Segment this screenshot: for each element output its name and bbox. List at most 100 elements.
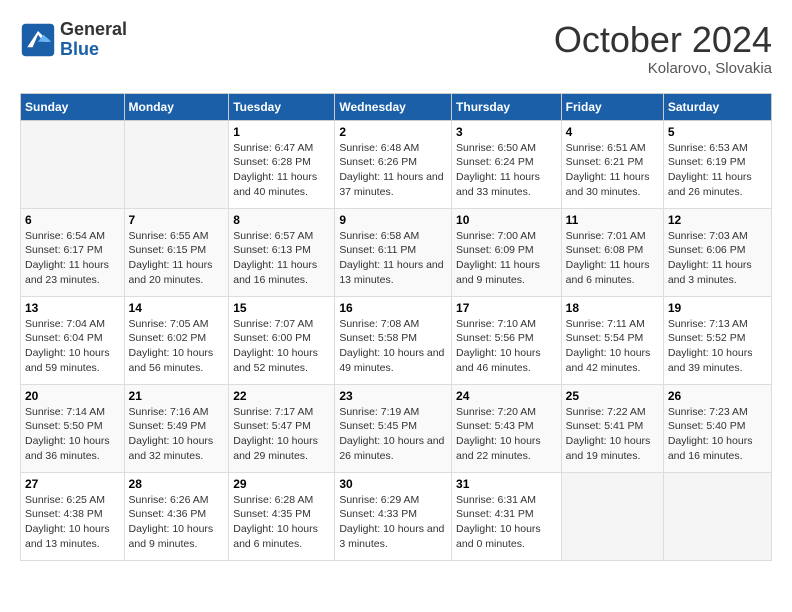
calendar-cell: 19 Sunrise: 7:13 AMSunset: 5:52 PMDayligh… (663, 296, 771, 384)
day-info: Sunrise: 7:20 AMSunset: 5:43 PMDaylight:… (456, 405, 557, 464)
calendar-cell: 16 Sunrise: 7:08 AMSunset: 5:58 PMDayligh… (335, 296, 452, 384)
day-info: Sunrise: 6:25 AMSunset: 4:38 PMDaylight:… (25, 493, 120, 552)
weekday-header-monday: Monday (124, 93, 229, 120)
day-info: Sunrise: 6:50 AMSunset: 6:24 PMDaylight:… (456, 141, 557, 200)
day-info: Sunrise: 6:51 AMSunset: 6:21 PMDaylight:… (566, 141, 659, 200)
day-number: 14 (129, 301, 225, 315)
day-info: Sunrise: 7:03 AMSunset: 6:06 PMDaylight:… (668, 229, 767, 288)
calendar-cell: 7Sunrise: 6:55 AMSunset: 6:15 PMDaylight… (124, 208, 229, 296)
logo: General Blue (20, 20, 127, 60)
calendar-cell: 12 Sunrise: 7:03 AMSunset: 6:06 PMDayligh… (663, 208, 771, 296)
calendar-cell: 25 Sunrise: 7:22 AMSunset: 5:41 PMDayligh… (561, 384, 663, 472)
location: Kolarovo, Slovakia (554, 60, 772, 77)
day-number: 25 (566, 389, 659, 403)
day-number: 26 (668, 389, 767, 403)
weekday-header-friday: Friday (561, 93, 663, 120)
calendar-cell: 3Sunrise: 6:50 AMSunset: 6:24 PMDaylight… (452, 120, 562, 208)
calendar-cell: 31 Sunrise: 6:31 AMSunset: 4:31 PMDayligh… (452, 472, 562, 560)
day-number: 11 (566, 213, 659, 227)
calendar-cell (663, 472, 771, 560)
day-number: 8 (233, 213, 330, 227)
day-info: Sunrise: 6:29 AMSunset: 4:33 PMDaylight:… (339, 493, 447, 552)
calendar-week-1: 1Sunrise: 6:47 AMSunset: 6:28 PMDaylight… (21, 120, 772, 208)
calendar-cell: 30 Sunrise: 6:29 AMSunset: 4:33 PMDayligh… (335, 472, 452, 560)
weekday-header-sunday: Sunday (21, 93, 125, 120)
calendar-cell: 4 Sunrise: 6:51 AMSunset: 6:21 PMDaylight… (561, 120, 663, 208)
day-number: 31 (456, 477, 557, 491)
calendar-cell: 9 Sunrise: 6:58 AMSunset: 6:11 PMDaylight… (335, 208, 452, 296)
calendar-cell (124, 120, 229, 208)
day-number: 6 (25, 213, 120, 227)
day-number: 9 (339, 213, 447, 227)
day-info: Sunrise: 7:11 AMSunset: 5:54 PMDaylight:… (566, 317, 659, 376)
weekday-header-thursday: Thursday (452, 93, 562, 120)
calendar-week-5: 27 Sunrise: 6:25 AMSunset: 4:38 PMDayligh… (21, 472, 772, 560)
day-number: 12 (668, 213, 767, 227)
weekday-header-tuesday: Tuesday (229, 93, 335, 120)
calendar-cell: 10 Sunrise: 7:00 AMSunset: 6:09 PMDayligh… (452, 208, 562, 296)
weekday-header-wednesday: Wednesday (335, 93, 452, 120)
day-number: 30 (339, 477, 447, 491)
day-number: 4 (566, 125, 659, 139)
calendar-cell: 28Sunrise: 6:26 AMSunset: 4:36 PMDayligh… (124, 472, 229, 560)
day-info: Sunrise: 7:22 AMSunset: 5:41 PMDaylight:… (566, 405, 659, 464)
day-info: Sunrise: 6:31 AMSunset: 4:31 PMDaylight:… (456, 493, 557, 552)
calendar-cell: 17 Sunrise: 7:10 AMSunset: 5:56 PMDayligh… (452, 296, 562, 384)
day-info: Sunrise: 6:57 AMSunset: 6:13 PMDaylight:… (233, 229, 330, 288)
day-info: Sunrise: 6:58 AMSunset: 6:11 PMDaylight:… (339, 229, 447, 288)
day-info: Sunrise: 7:01 AMSunset: 6:08 PMDaylight:… (566, 229, 659, 288)
calendar-cell: 15 Sunrise: 7:07 AMSunset: 6:00 PMDayligh… (229, 296, 335, 384)
day-info: Sunrise: 7:14 AMSunset: 5:50 PMDaylight:… (25, 405, 120, 464)
day-number: 2 (339, 125, 447, 139)
weekday-header-row: SundayMondayTuesdayWednesdayThursdayFrid… (21, 93, 772, 120)
calendar-cell: 26Sunrise: 7:23 AMSunset: 5:40 PMDayligh… (663, 384, 771, 472)
calendar-cell (561, 472, 663, 560)
calendar-cell: 24 Sunrise: 7:20 AMSunset: 5:43 PMDayligh… (452, 384, 562, 472)
calendar-cell: 14 Sunrise: 7:05 AMSunset: 6:02 PMDayligh… (124, 296, 229, 384)
day-number: 16 (339, 301, 447, 315)
day-info: Sunrise: 7:00 AMSunset: 6:09 PMDaylight:… (456, 229, 557, 288)
day-number: 19 (668, 301, 767, 315)
day-number: 20 (25, 389, 120, 403)
day-number: 13 (25, 301, 120, 315)
calendar-week-2: 6 Sunrise: 6:54 AMSunset: 6:17 PMDaylight… (21, 208, 772, 296)
calendar-week-3: 13Sunrise: 7:04 AMSunset: 6:04 PMDayligh… (21, 296, 772, 384)
day-number: 24 (456, 389, 557, 403)
calendar-cell: 11 Sunrise: 7:01 AMSunset: 6:08 PMDayligh… (561, 208, 663, 296)
day-info: Sunrise: 7:08 AMSunset: 5:58 PMDaylight:… (339, 317, 447, 376)
weekday-header-saturday: Saturday (663, 93, 771, 120)
day-info: Sunrise: 6:28 AMSunset: 4:35 PMDaylight:… (233, 493, 330, 552)
calendar-cell: 18 Sunrise: 7:11 AMSunset: 5:54 PMDayligh… (561, 296, 663, 384)
calendar-cell: 20 Sunrise: 7:14 AMSunset: 5:50 PMDayligh… (21, 384, 125, 472)
calendar-cell: 27 Sunrise: 6:25 AMSunset: 4:38 PMDayligh… (21, 472, 125, 560)
logo-text: General Blue (60, 20, 127, 60)
day-info: Sunrise: 6:47 AMSunset: 6:28 PMDaylight:… (233, 141, 330, 200)
day-info: Sunrise: 7:19 AMSunset: 5:45 PMDaylight:… (339, 405, 447, 464)
month-title: October 2024 (554, 20, 772, 60)
calendar-week-4: 20 Sunrise: 7:14 AMSunset: 5:50 PMDayligh… (21, 384, 772, 472)
day-number: 10 (456, 213, 557, 227)
day-info: Sunrise: 7:07 AMSunset: 6:00 PMDaylight:… (233, 317, 330, 376)
day-number: 15 (233, 301, 330, 315)
day-info: Sunrise: 7:13 AMSunset: 5:52 PMDaylight:… (668, 317, 767, 376)
day-info: Sunrise: 7:05 AMSunset: 6:02 PMDaylight:… (129, 317, 225, 376)
calendar-cell: 1Sunrise: 6:47 AMSunset: 6:28 PMDaylight… (229, 120, 335, 208)
day-number: 17 (456, 301, 557, 315)
day-info: Sunrise: 6:48 AMSunset: 6:26 PMDaylight:… (339, 141, 447, 200)
day-info: Sunrise: 7:10 AMSunset: 5:56 PMDaylight:… (456, 317, 557, 376)
calendar-cell (21, 120, 125, 208)
page-header: General Blue October 2024 Kolarovo, Slov… (20, 20, 772, 77)
title-block: October 2024 Kolarovo, Slovakia (554, 20, 772, 77)
day-info: Sunrise: 6:55 AMSunset: 6:15 PMDaylight:… (129, 229, 225, 288)
calendar-table: SundayMondayTuesdayWednesdayThursdayFrid… (20, 93, 772, 561)
logo-icon (20, 22, 56, 58)
day-number: 29 (233, 477, 330, 491)
day-info: Sunrise: 7:17 AMSunset: 5:47 PMDaylight:… (233, 405, 330, 464)
day-number: 18 (566, 301, 659, 315)
calendar-header: SundayMondayTuesdayWednesdayThursdayFrid… (21, 93, 772, 120)
day-number: 28 (129, 477, 225, 491)
day-number: 27 (25, 477, 120, 491)
calendar-cell: 8 Sunrise: 6:57 AMSunset: 6:13 PMDaylight… (229, 208, 335, 296)
day-info: Sunrise: 6:54 AMSunset: 6:17 PMDaylight:… (25, 229, 120, 288)
day-info: Sunrise: 6:53 AMSunset: 6:19 PMDaylight:… (668, 141, 767, 200)
